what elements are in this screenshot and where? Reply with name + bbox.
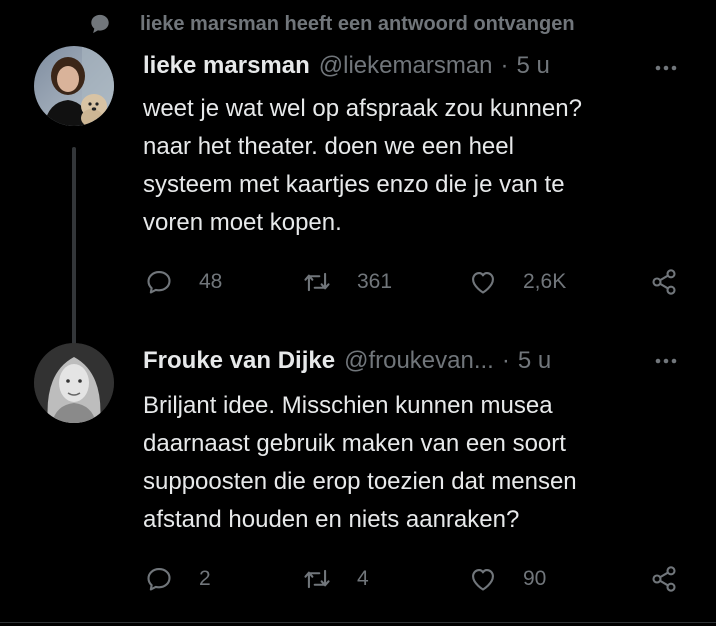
avatar[interactable] (34, 46, 114, 126)
tweet-header: Frouke van Dijke @froukevan... · 5 u (143, 347, 551, 379)
user-handle[interactable]: @liekemarsman (319, 52, 493, 80)
divider (0, 622, 716, 623)
like-button[interactable]: 2,6K (467, 265, 566, 299)
speech-bubble-icon (88, 12, 112, 36)
share-icon (648, 266, 680, 298)
share-button[interactable] (648, 562, 680, 596)
retweet-button[interactable]: 4 (301, 562, 369, 596)
share-button[interactable] (648, 265, 680, 299)
timestamp[interactable]: 5 u (517, 52, 550, 80)
tweet[interactable]: Frouke van Dijke @froukevan... · 5 u Bri… (0, 335, 716, 626)
like-count: 90 (523, 567, 547, 590)
more-options-icon[interactable] (650, 349, 682, 373)
heart-icon (467, 563, 499, 595)
display-name[interactable]: lieke marsman (143, 52, 310, 80)
social-context[interactable]: lieke marsman heeft een antwoord ontvang… (88, 10, 575, 38)
tweet-actions: 2 4 90 (143, 562, 688, 596)
separator-dot: · (500, 52, 509, 79)
reply-icon (143, 563, 175, 595)
separator-dot: · (501, 347, 510, 374)
retweet-button[interactable]: 361 (301, 265, 392, 299)
timestamp[interactable]: 5 u (518, 347, 551, 375)
reply-icon (143, 266, 175, 298)
like-button[interactable]: 90 (467, 562, 546, 596)
tweet[interactable]: lieke marsman @liekemarsman · 5 u weet j… (0, 40, 716, 369)
heart-icon (467, 266, 499, 298)
more-options-icon[interactable] (650, 56, 682, 80)
like-count: 2,6K (523, 270, 567, 293)
display-name[interactable]: Frouke van Dijke (143, 347, 335, 375)
tweet-header: lieke marsman @liekemarsman · 5 u (143, 52, 550, 84)
reply-button[interactable]: 48 (143, 265, 222, 299)
reply-count: 48 (199, 270, 223, 293)
retweet-icon (301, 266, 333, 298)
share-icon (648, 563, 680, 595)
context-text: lieke marsman heeft een antwoord ontvang… (140, 12, 575, 35)
retweet-count: 361 (357, 270, 393, 293)
tweet-text: Briljant idee. Misschien kunnen musea da… (143, 392, 577, 533)
tweet-text: weet je wat wel op afspraak zou kunnen? … (143, 95, 582, 236)
reply-button[interactable]: 2 (143, 562, 211, 596)
retweet-icon (301, 563, 333, 595)
user-handle[interactable]: @froukevan... (344, 347, 494, 375)
reply-count: 2 (199, 567, 211, 590)
avatar[interactable] (34, 343, 114, 423)
tweet-actions: 48 361 2,6K (143, 265, 688, 299)
retweet-count: 4 (357, 567, 369, 590)
